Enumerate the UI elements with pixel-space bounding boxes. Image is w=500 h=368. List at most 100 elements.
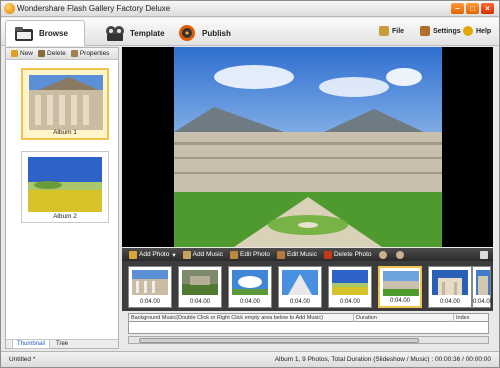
help-label: Help [476,27,492,35]
settings-icon [420,26,430,36]
edit-photo-label: Edit Photo [239,251,270,258]
photo-thumbnail[interactable]: 0:04.00 [128,266,172,308]
photo-duration: 0:04.00 [389,298,411,304]
album-item[interactable]: Album 1 [21,68,109,140]
add-music-icon [182,250,191,259]
tab-browse-label: Browse [39,29,68,38]
edit-music-label: Edit Music [286,251,317,258]
rotate-left-button[interactable] [378,250,389,259]
settings-button[interactable]: Settings [420,26,461,36]
main-toolbar: Browse Template Publish File Settings He… [1,18,499,46]
rotate-right-button[interactable] [395,250,406,259]
album-properties-button[interactable]: Properties [70,50,110,57]
delete-photo-icon [323,250,332,259]
delete-photo-button[interactable]: Delete Photo [323,250,372,259]
chevron-down-icon: ▾ [172,251,176,259]
tab-tree[interactable]: Tree [52,340,72,349]
tab-template[interactable]: Template [97,20,165,46]
new-album-button[interactable]: New [11,50,33,57]
photo-image [432,270,468,295]
rotate-left-icon [378,250,387,259]
album-item[interactable]: Album 2 [21,151,109,223]
photo-thumbnail[interactable]: 0:04.00 [278,266,322,308]
project-status: Untitled * [9,356,36,363]
tab-thumbnail[interactable]: Thumbnail [12,340,51,349]
photo-duration: 0:04.00 [239,299,261,305]
preview-image [174,47,442,247]
add-photo-label: Add Photo [139,251,170,258]
photo-duration: 0:04.00 [289,299,311,305]
photo-thumbnail[interactable]: 0:04.00 [378,266,422,308]
properties-icon [70,50,78,57]
photo-duration: 0:04.00 [189,299,211,305]
photo-preview [122,47,493,247]
app-window: Wondershare Flash Gallery Factory Deluxe… [0,0,500,368]
album-thumbnail [28,157,102,212]
photo-image [132,270,168,295]
edit-music-button[interactable]: Edit Music [276,250,317,259]
close-button[interactable]: × [481,3,494,14]
add-photo-icon [129,250,137,259]
status-bar: Untitled * Album 1, 9 Photos, Total Dura… [1,351,499,367]
tab-publish-label: Publish [202,28,231,38]
music-table-header: Background Music(Double Click or Right C… [128,313,489,322]
edit-music-icon [276,250,285,259]
photo-toolbar: Add Photo ▾ Add Music Edit Photo Edit Mu… [122,248,493,261]
photo-duration: 0:04.00 [339,299,361,305]
music-list-area[interactable] [128,322,489,334]
horizontal-scrollbar[interactable] [128,336,489,344]
photo-thumbnail[interactable]: 0:04.00 [228,266,272,308]
photo-image [282,270,318,295]
delete-photo-label: Delete Photo [333,251,372,258]
photo-image [476,270,490,295]
delete-album-button[interactable]: Delete [38,50,66,57]
delete-icon [38,50,46,57]
photo-filmstrip: 0:04.00 0:04.00 0:04.00 0:04.00 0:04.00 … [122,261,493,311]
photo-thumbnail[interactable]: 0:04.00 [472,266,494,308]
column-background-music[interactable]: Background Music(Double Click or Right C… [129,314,354,322]
photo-thumbnail[interactable]: 0:04.00 [328,266,372,308]
tab-publish[interactable]: Publish [169,20,231,46]
photo-thumbnail[interactable]: 0:04.00 [428,266,472,308]
publish-disc-icon [179,25,195,41]
album-summary: Album 1, 9 Photos, Total Duration (Slide… [274,356,491,363]
maximize-button[interactable]: □ [466,3,479,14]
column-index[interactable]: Index [454,314,490,322]
new-icon [11,50,18,57]
photo-duration: 0:04.00 [439,299,461,305]
film-reel-icon [106,26,124,41]
album-properties-label: Properties [79,50,110,57]
album-toolbar: New Delete Properties [6,48,118,60]
tab-template-label: Template [130,28,165,38]
photo-image [232,270,268,295]
scrollbar-thumb[interactable] [139,338,419,343]
file-menu-label: File [392,27,405,35]
photo-image [383,271,419,296]
help-icon [463,26,473,36]
photo-thumbnail[interactable]: 0:04.00 [178,266,222,308]
tab-browse[interactable]: Browse [5,20,85,46]
file-icon [379,26,389,36]
album-thumbnail [29,75,103,130]
add-music-label: Add Music [192,251,223,258]
rotate-right-icon [395,250,404,259]
file-menu[interactable]: File [379,26,404,36]
edit-photo-button[interactable]: Edit Photo [229,250,270,259]
edit-photo-icon [229,250,238,259]
help-button[interactable]: Help [463,26,491,36]
settings-label: Settings [433,27,461,35]
photo-image [182,270,218,295]
album-panel: New Delete Properties Album 1 Album 2 Th… [5,47,119,349]
add-music-button[interactable]: Add Music [182,250,223,259]
column-duration[interactable]: Duration [354,314,454,322]
minimize-button[interactable]: – [451,3,464,14]
expand-button[interactable] [480,250,490,259]
add-photo-button[interactable]: Add Photo ▾ [129,250,176,259]
folder-icon [15,26,33,41]
photo-duration: 0:04.00 [473,299,494,305]
album-label: Album 1 [53,129,77,136]
expand-icon [480,250,488,259]
left-panel-tabs: Thumbnail Tree [6,339,118,349]
delete-album-label: Delete [47,50,66,57]
new-album-label: New [20,50,34,57]
